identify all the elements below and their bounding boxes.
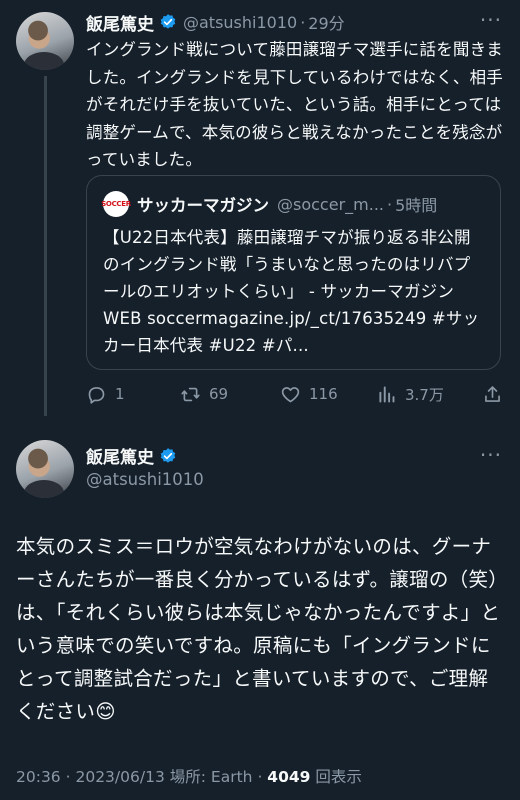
reply-icon — [88, 386, 105, 404]
quoted-tweet[interactable]: SOCCER サッカーマガジン @soccer_m... · 5時間 【U22日… — [86, 175, 501, 370]
retweet-count: 69 — [209, 385, 229, 403]
verified-badge-icon — [159, 13, 177, 31]
more-options-icon[interactable]: ··· — [480, 443, 502, 467]
tweet-metadata: 20:36 · 2023/06/13 場所: Earth · 4049 回表示 — [16, 765, 362, 787]
location: Earth — [210, 768, 253, 786]
author-handle[interactable]: @atsushi1010 — [183, 13, 297, 32]
heart-icon — [281, 386, 300, 402]
separator-dot: · — [65, 768, 76, 786]
reply-button[interactable]: 1 — [86, 378, 125, 410]
tweet-date[interactable]: 2023/06/13 — [75, 768, 164, 786]
quoted-tweet-text: 【U22日本代表】藤田譲瑠チマが振り返る非公開のイングランド戦「うまいなと思った… — [103, 228, 480, 355]
retweet-button[interactable]: 69 — [180, 378, 228, 410]
quoted-author-handle: @soccer_m... — [277, 194, 384, 214]
like-count: 116 — [309, 385, 338, 403]
share-button[interactable] — [482, 378, 503, 410]
thread-line — [44, 76, 47, 416]
view-count: 4049 — [267, 768, 311, 786]
tweet-time[interactable]: 20:36 — [16, 768, 61, 786]
views-button[interactable]: 3.7万 — [376, 378, 444, 410]
quoted-author-name: サッカーマガジン — [137, 196, 269, 215]
view-count: 3.7万 — [405, 385, 444, 404]
separator-dot: · — [300, 12, 306, 32]
share-icon — [485, 385, 500, 402]
analytics-icon — [379, 386, 395, 402]
separator-dot: · — [386, 194, 393, 214]
tweet-header: 飯尾篤史 @atsushi1010 · 29分 — [86, 8, 504, 36]
tweet-2-header: 飯尾篤史 — [86, 443, 183, 468]
reply-count: 1 — [115, 385, 125, 403]
avatar[interactable] — [16, 440, 74, 498]
action-bar: 1 69 116 3.7万 — [86, 378, 506, 410]
author-name[interactable]: 飯尾篤史 — [86, 443, 154, 468]
quoted-logo-text: SOCCER — [101, 200, 131, 208]
verified-badge-icon — [159, 447, 177, 465]
author-name[interactable]: 飯尾篤史 — [86, 10, 154, 35]
author-handle[interactable]: @atsushi1010 — [86, 470, 204, 489]
tweet-text: イングランド戦について藤田譲瑠チマ選手に話を聞きました。イングランドを見下してい… — [86, 40, 504, 169]
views-label: 回表示 — [315, 768, 362, 786]
tweet-1[interactable]: 飯尾篤史 @atsushi1010 · 29分 ··· イングランド戦について藤… — [0, 0, 520, 425]
avatar[interactable] — [16, 12, 74, 70]
more-options-icon[interactable]: ··· — [480, 8, 502, 32]
quoted-tweet-time: 5時間 — [395, 196, 438, 215]
tweet-time[interactable]: 29分 — [308, 10, 344, 34]
separator-dot: · — [257, 768, 268, 786]
location-label: 場所: — [169, 768, 206, 786]
quoted-tweet-header: SOCCER サッカーマガジン @soccer_m... · 5時間 — [101, 190, 486, 218]
retweet-icon — [181, 387, 200, 401]
like-button[interactable]: 116 — [280, 378, 338, 410]
quoted-avatar: SOCCER — [101, 191, 131, 217]
tweet-text: 本気のスミス＝ロウが空気なわけがないのは、グーナーさんたちが一番良く分かっている… — [16, 535, 501, 723]
